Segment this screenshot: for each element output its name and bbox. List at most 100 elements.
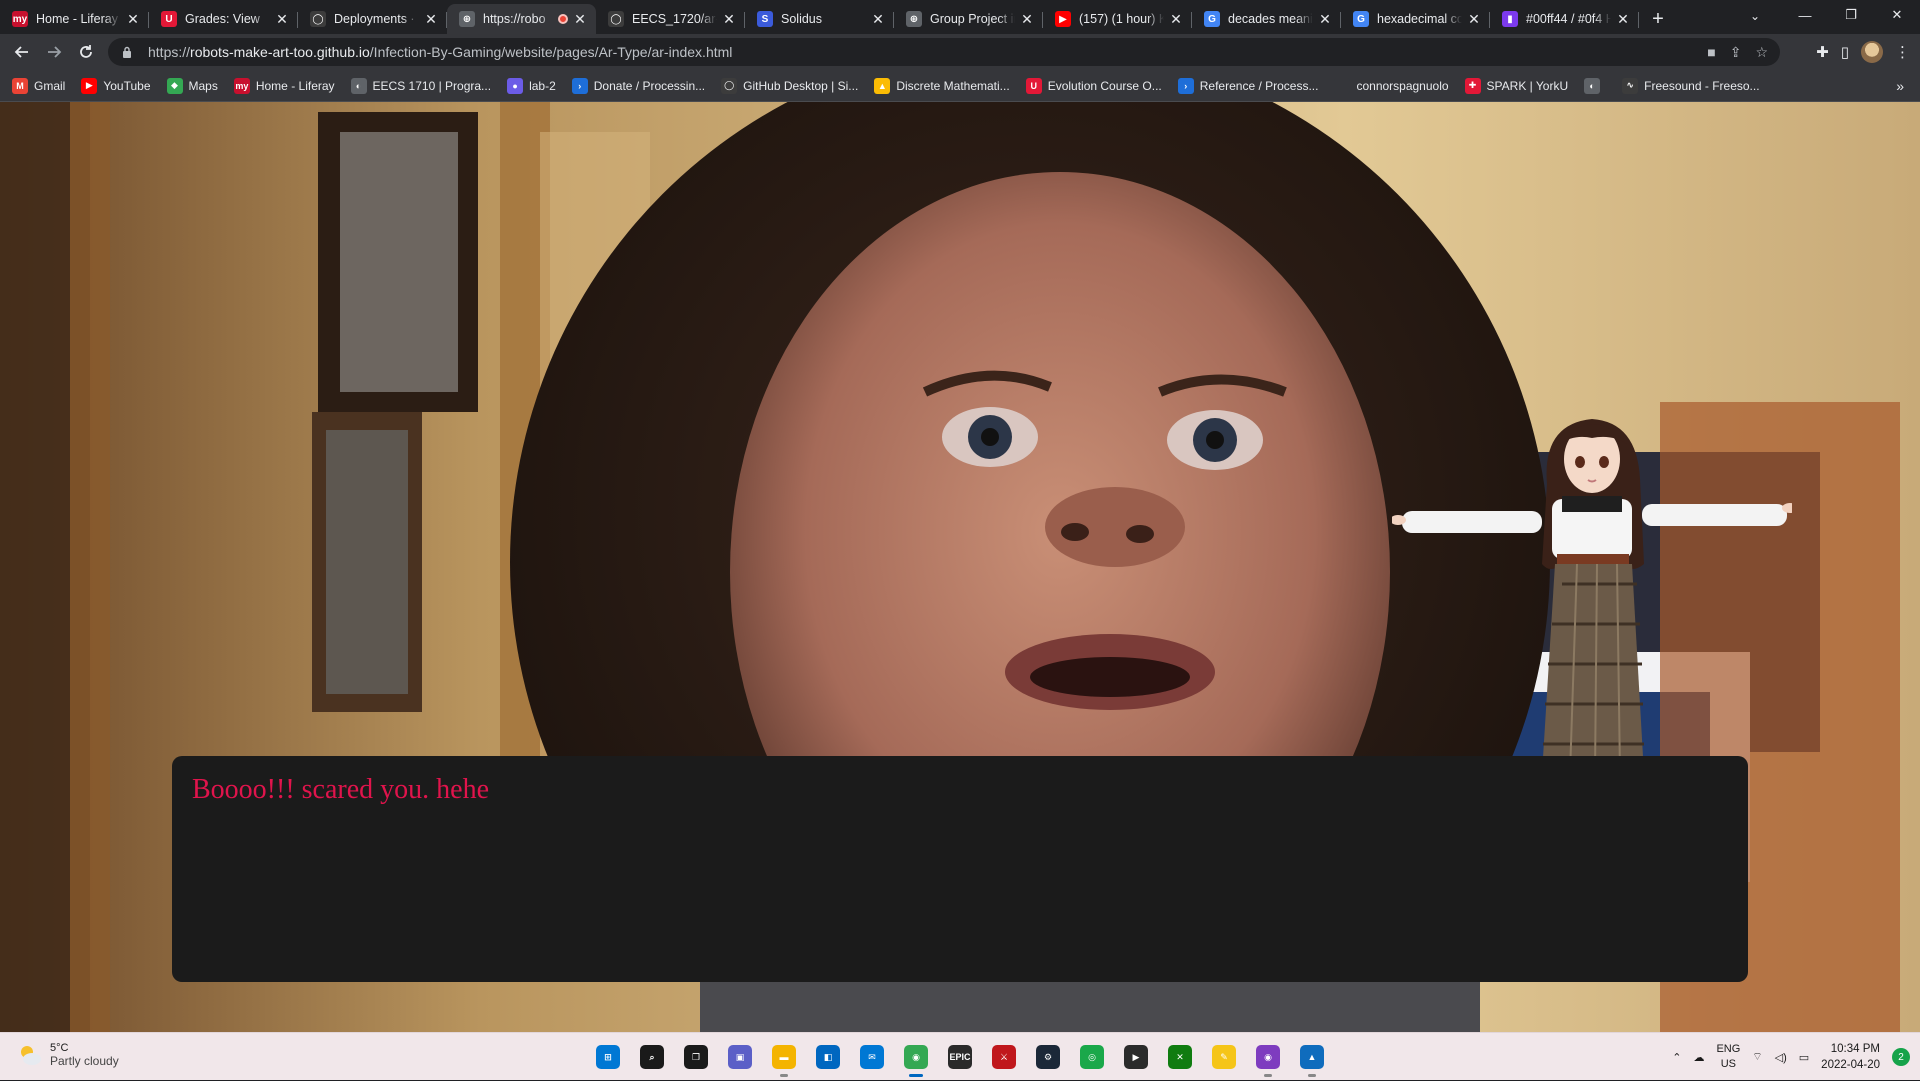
side-panel-icon[interactable]: ▯ [1841,43,1849,61]
globe-icon: ◐ [1584,77,1601,94]
browser-tab[interactable]: ⊕ Group Project in ✕ [894,4,1043,34]
globe-icon: ◐ [350,77,367,94]
taskbar-app[interactable]: ✎ [1206,1039,1242,1075]
tab-title: Home - Liferay [36,12,118,26]
browser-tab[interactable]: ▶ (157) (1 hour) K ✕ [1043,4,1192,34]
tab-close-icon[interactable]: ✕ [572,11,588,27]
taskbar-app[interactable]: ❐ [678,1039,714,1075]
google-icon: G [1204,11,1220,27]
browser-tab[interactable]: S Solidus ✕ [745,4,894,34]
tab-close-icon[interactable]: ✕ [721,11,737,27]
language-indicator[interactable]: ENG US [1716,1042,1740,1072]
taskbar-app[interactable]: ▶ [1118,1039,1154,1075]
bookmark-item[interactable]: ● lab-2 [507,77,556,94]
openprocessing-icon: ● [507,77,524,94]
browser-tab[interactable]: ◯ Deployments · r ✕ [298,4,447,34]
taskbar-app[interactable]: ◧ [810,1039,846,1075]
tab-close-icon[interactable]: ✕ [423,11,439,27]
bookmark-label: lab-2 [529,78,556,93]
notification-badge[interactable]: 2 [1892,1048,1910,1066]
taskbar-app[interactable]: ⚙ [1030,1039,1066,1075]
github-icon: ◯ [608,11,624,27]
bookmark-item[interactable]: ▶ YouTube [81,77,151,94]
bookmark-item[interactable]: ◆ Maps [166,77,218,94]
bookmark-item[interactable]: M Gmail [12,77,65,94]
back-icon[interactable] [6,36,38,68]
tab-close-icon[interactable]: ✕ [1168,11,1184,27]
taskbar-app[interactable]: EPIC [942,1039,978,1075]
taskbar-app[interactable]: ✕ [1162,1039,1198,1075]
browser-tab[interactable]: Ghexadecimal co ✕ [1341,4,1490,34]
tab-search-icon[interactable]: ⌄ [1740,4,1770,28]
restore-icon[interactable]: ❐ [1828,0,1874,30]
new-tab-icon[interactable]: + [1643,4,1673,34]
bookmark-item[interactable]: U Evolution Course O... [1025,77,1162,94]
lock-icon[interactable] [122,45,134,59]
bookmark-label: Maps [188,78,218,93]
taskbar-app[interactable]: ⊞ [590,1039,626,1075]
bookmark-item[interactable]: ◐ EECS 1710 | Progra... [350,77,491,94]
profile-avatar[interactable] [1861,41,1883,63]
windows-taskbar: 5°C Partly cloudy ⊞ ⌕ ❐ ▣ ▬ ◧ ✉ ◉ EPIC ⚔ ⚙ ◎ ▶ ✕ ✎ ◉ ▲ ⌃… [0,1032,1920,1080]
bookmarks-overflow-icon[interactable]: » [1896,78,1904,94]
taskbar-app[interactable]: ⚔ [986,1039,1022,1075]
onedrive-icon[interactable]: ☁ [1693,1051,1704,1064]
tab-title: https://robo [483,12,546,26]
bookmark-star-icon[interactable]: ☆ [1755,44,1768,61]
reload-icon[interactable] [70,36,102,68]
bookmark-item[interactable]: ▲ Discrete Mathemati... [874,77,1010,94]
yorku-icon: ✚ [1464,77,1481,94]
browser-tab[interactable]: Gdecades meanin ✕ [1192,4,1341,34]
browser-tab[interactable]: ⊕ https://robo ✕ [447,4,596,34]
window-close-icon[interactable]: ✕ [1874,0,1920,30]
extensions-icon[interactable]: ✚ [1816,43,1829,61]
taskbar-app[interactable]: ◉ [1250,1039,1286,1077]
share-icon[interactable]: ⇪ [1730,44,1742,61]
minimize-icon[interactable]: — [1782,0,1828,30]
weather-widget[interactable]: 5°C Partly cloudy [16,1041,119,1069]
taskbar-app[interactable]: ⌕ [634,1039,670,1075]
taskbar-app[interactable]: ▣ [722,1039,758,1075]
tab-close-icon[interactable]: ✕ [1317,11,1333,27]
browser-tab[interactable]: ◯ EECS_1720/ar-g ✕ [596,4,745,34]
bookmark-item[interactable]: connorspagnuolo [1334,77,1449,94]
tab-title: decades meanin [1228,12,1313,26]
bookmark-label: Donate / Processin... [593,78,706,93]
twitch-like-icon: ◉ [1256,1045,1280,1069]
tab-close-icon[interactable]: ✕ [274,11,290,27]
bookmark-item[interactable]: ◐ [1584,77,1606,94]
tab-close-icon[interactable]: ✕ [1019,11,1035,27]
menu-kebab-icon[interactable]: ⋮ [1895,43,1910,61]
youtube-icon: ▶ [81,77,98,94]
browser-tab[interactable]: U Grades: View ✕ [149,4,298,34]
browser-tab[interactable]: my Home - Liferay ✕ [0,4,149,34]
chat-icon: ▣ [728,1045,752,1069]
taskbar-app[interactable]: ◎ [1074,1039,1110,1075]
clock[interactable]: 10:34 PM 2022-04-20 [1821,1041,1880,1073]
browser-tab[interactable]: ▮ #00ff44 / #0f4 H ✕ [1490,4,1639,34]
tab-close-icon[interactable]: ✕ [1466,11,1482,27]
taskbar-app[interactable]: ▲ [1294,1039,1330,1077]
bookmark-item[interactable]: my Home - Liferay [233,77,335,94]
bookmark-item[interactable]: › Donate / Processin... [571,77,706,94]
bookmark-item[interactable]: › Reference / Process... [1177,77,1318,94]
globe-icon: ⊕ [459,11,475,27]
bookmark-item[interactable]: ✚ SPARK | YorkU [1464,77,1568,94]
bookmark-item[interactable]: ◯ GitHub Desktop | Si... [721,77,858,94]
tray-overflow-icon[interactable]: ⌃ [1672,1051,1681,1064]
address-bar[interactable]: https://robots-make-art-too.github.io/In… [108,38,1780,66]
taskbar-app[interactable]: ✉ [854,1039,890,1075]
camera-in-use-icon[interactable]: ■ [1707,44,1715,60]
volume-icon[interactable]: ◁) [1775,1051,1787,1064]
taskbar-app[interactable]: ▬ [766,1039,802,1077]
forward-icon[interactable] [38,36,70,68]
wifi-icon[interactable]: ⌔ [1752,1050,1762,1064]
tab-close-icon[interactable]: ✕ [870,11,886,27]
bookmark-item[interactable]: ∿ Freesound - Freeso... [1622,77,1760,94]
tab-close-icon[interactable]: ✕ [125,11,141,27]
battery-icon[interactable]: ▭ [1799,1051,1809,1064]
dialog-text: Boooo!!! scared you. hehe [192,774,490,805]
taskbar-apps: ⊞ ⌕ ❐ ▣ ▬ ◧ ✉ ◉ EPIC ⚔ ⚙ ◎ ▶ ✕ ✎ ◉ ▲ [590,1039,1330,1077]
tab-close-icon[interactable]: ✕ [1615,11,1631,27]
taskbar-app[interactable]: ◉ [898,1039,934,1077]
